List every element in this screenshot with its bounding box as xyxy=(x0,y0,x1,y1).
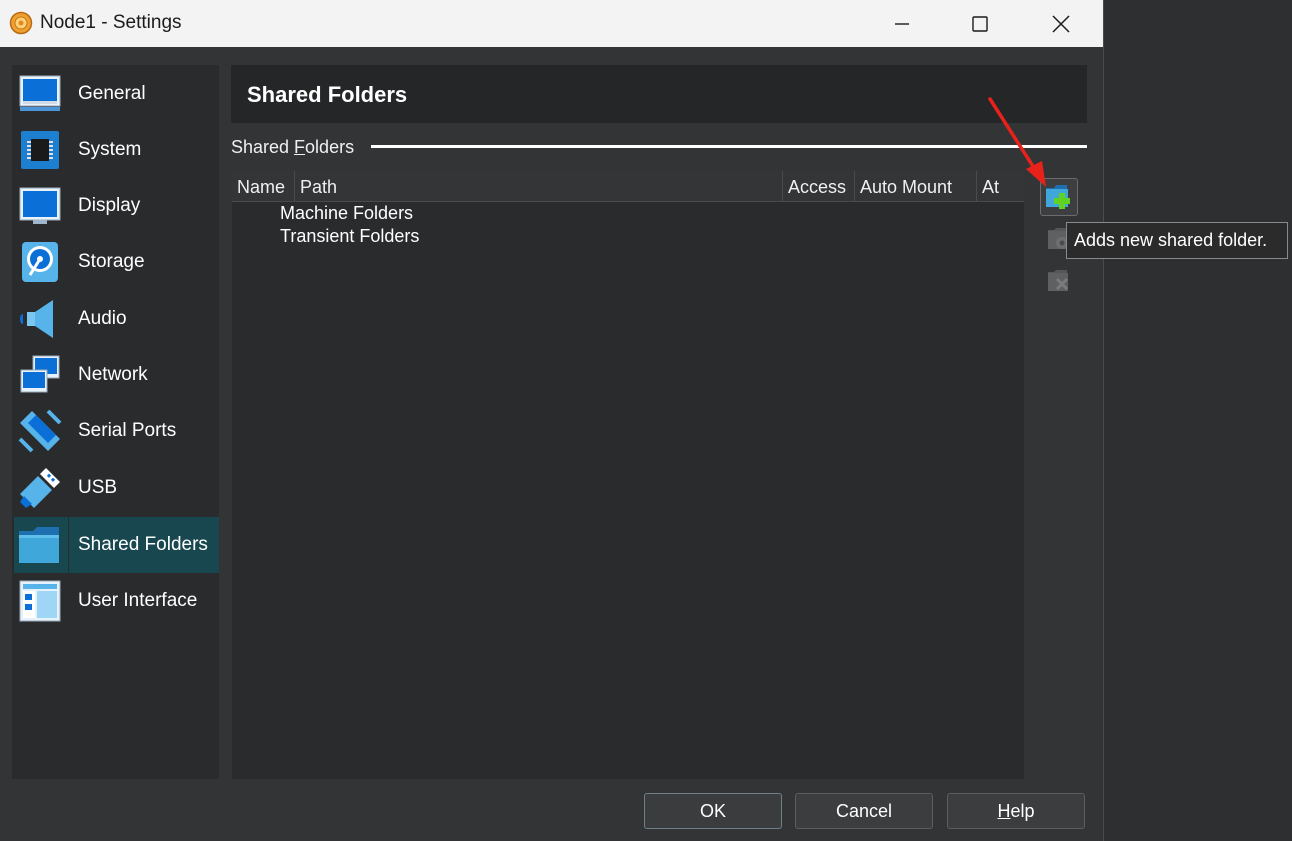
page-header: Shared Folders xyxy=(231,65,1087,123)
column-header-name[interactable]: Name xyxy=(232,171,295,202)
close-button[interactable] xyxy=(1025,0,1097,47)
sidebar-item-storage[interactable]: Storage xyxy=(12,234,219,290)
sidebar-item-user-interface[interactable]: User Interface xyxy=(12,573,219,629)
sidebar-item-serial-ports[interactable]: Serial Ports xyxy=(12,403,219,459)
sidebar-item-label: General xyxy=(78,83,146,104)
help-button[interactable]: Help xyxy=(947,793,1085,829)
column-header-path[interactable]: Path xyxy=(295,171,783,202)
remove-folder-icon xyxy=(1048,270,1069,291)
add-folder-tooltip: Adds new shared folder. xyxy=(1066,222,1288,259)
sidebar-item-shared-folders[interactable]: Shared Folders xyxy=(14,517,219,573)
disk-icon xyxy=(18,240,62,284)
usb-icon xyxy=(18,466,62,510)
desktop-backdrop xyxy=(1104,0,1292,841)
column-header-access[interactable]: Access xyxy=(783,171,855,202)
monitor-general-icon xyxy=(18,72,62,116)
sidebar-item-label: Audio xyxy=(78,308,127,329)
maximize-icon xyxy=(972,15,988,32)
annotation-arrow-icon xyxy=(988,97,1046,187)
sidebar-item-label: Serial Ports xyxy=(78,420,177,441)
table-row-transient-folders[interactable]: Transient Folders xyxy=(280,226,419,247)
window-layout-icon xyxy=(18,579,62,623)
ok-button[interactable]: OK xyxy=(644,793,782,829)
speaker-icon xyxy=(18,297,62,341)
column-header-auto-mount[interactable]: Auto Mount xyxy=(855,171,977,202)
shared-folders-group-label: Shared Folders xyxy=(231,137,355,157)
display-icon xyxy=(18,184,62,228)
sidebar-item-general[interactable]: General xyxy=(12,66,219,122)
sidebar-item-usb[interactable]: USB xyxy=(12,460,219,516)
maximize-button[interactable] xyxy=(944,0,1016,47)
chip-icon xyxy=(18,128,62,172)
sidebar-item-system[interactable]: System xyxy=(12,122,219,178)
sidebar-item-label: System xyxy=(78,139,142,160)
sidebar-item-label: User Interface xyxy=(78,590,198,611)
window-title: Node1 - Settings xyxy=(40,12,182,33)
remove-shared-folder-button[interactable] xyxy=(1040,262,1078,300)
network-icon xyxy=(18,353,62,397)
sidebar-item-audio[interactable]: Audio xyxy=(12,291,219,347)
sidebar-item-display[interactable]: Display xyxy=(12,178,219,234)
cancel-button[interactable]: Cancel xyxy=(795,793,933,829)
close-icon xyxy=(1052,14,1070,33)
title-bar: Node1 - Settings xyxy=(0,0,1103,47)
minimize-button[interactable] xyxy=(866,0,938,47)
page-title: Shared Folders xyxy=(247,82,408,107)
folder-icon xyxy=(17,523,61,567)
minimize-icon xyxy=(895,22,909,25)
serial-port-icon xyxy=(18,409,62,453)
shared-folders-table[interactable]: Name Path Access Auto Mount At Machine F… xyxy=(232,171,1024,779)
sidebar-item-label: USB xyxy=(78,477,118,498)
virtualbox-app-icon xyxy=(9,11,33,35)
sidebar-item-label: Shared Folders xyxy=(78,534,208,555)
table-header: Name Path Access Auto Mount At xyxy=(232,171,1024,202)
table-row-machine-folders[interactable]: Machine Folders xyxy=(280,203,413,224)
sidebar-item-label: Storage xyxy=(78,251,145,272)
sidebar-item-label: Display xyxy=(78,195,141,216)
sidebar-item-label: Network xyxy=(78,364,148,385)
selection-divider xyxy=(68,517,69,573)
settings-window: Node1 - Settings General System Display … xyxy=(0,0,1104,841)
settings-sidebar: General System Display Storage Audio Net… xyxy=(12,65,219,779)
group-separator xyxy=(371,145,1087,148)
sidebar-item-network[interactable]: Network xyxy=(12,347,219,403)
